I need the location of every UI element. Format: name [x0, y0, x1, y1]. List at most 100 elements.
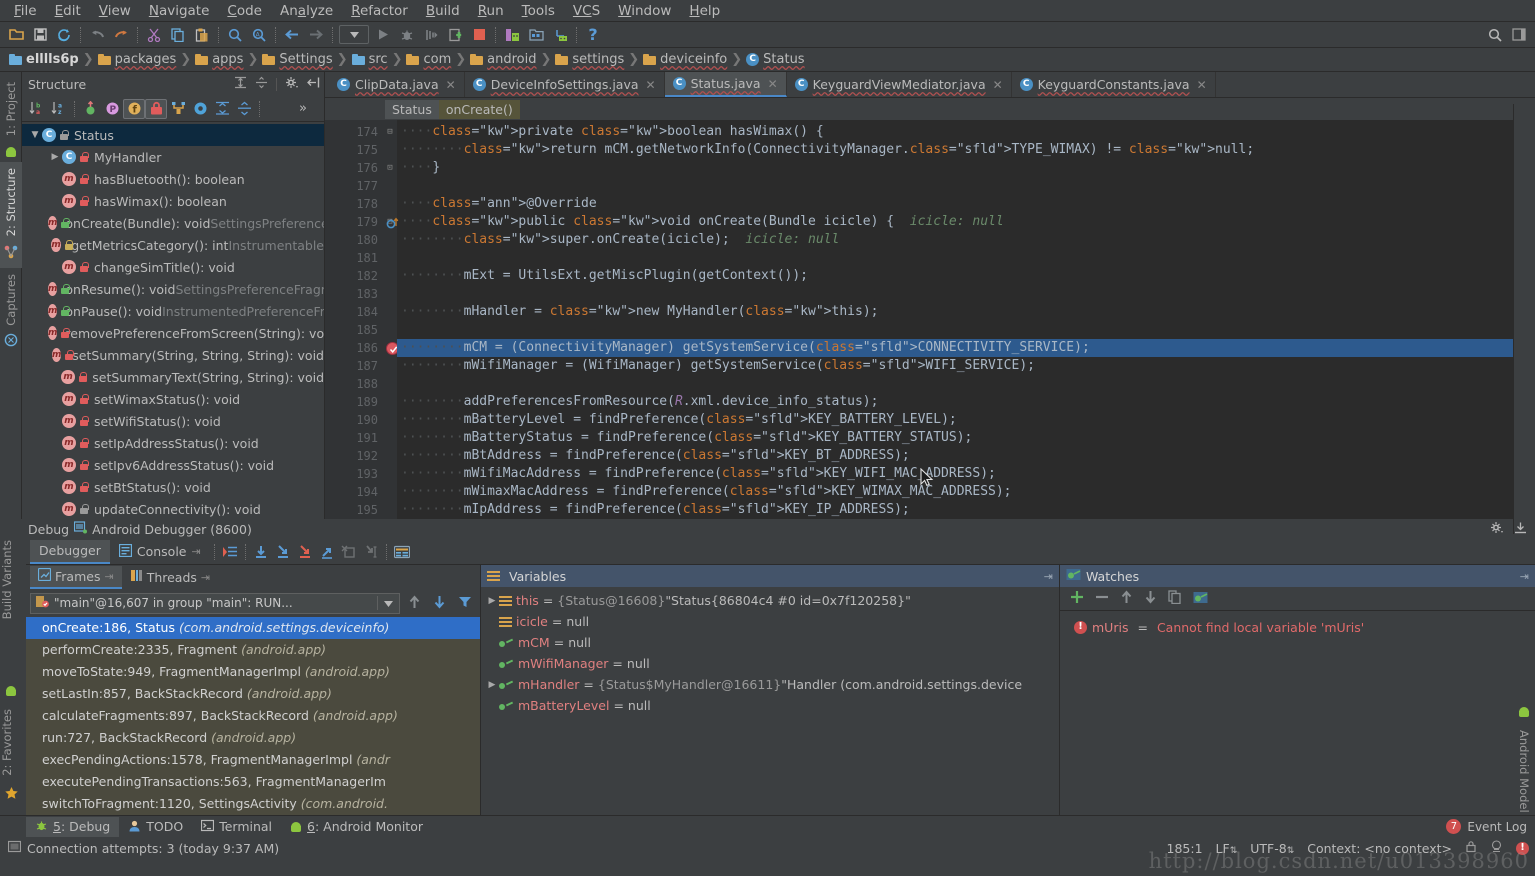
menu-item-help[interactable]: Help: [681, 1, 728, 21]
menu-item-vcs[interactable]: VCS: [565, 1, 608, 21]
breadcrumb-item-status-class[interactable]: C Status: [743, 52, 807, 67]
collapse-all-icon-2[interactable]: [233, 99, 255, 119]
close-icon[interactable]: ✕: [1197, 78, 1207, 92]
sort-alphabetically-icon[interactable]: az: [48, 99, 70, 119]
editor-tab[interactable]: C KeyguardViewMediator.java ✕: [787, 72, 1012, 97]
variable-row[interactable]: mWifiManager = null: [481, 653, 1059, 674]
code-line[interactable]: ········class="kw">super.onCreate(icicle…: [397, 231, 1521, 249]
fold-marker[interactable]: ⊟: [383, 123, 397, 141]
code-line[interactable]: [397, 249, 1521, 267]
tool-button-todo[interactable]: TODO: [119, 817, 192, 837]
fold-marker[interactable]: ⊡: [383, 159, 397, 177]
show-non-public-icon[interactable]: [145, 98, 167, 119]
variable-row[interactable]: mCM = null: [481, 632, 1059, 653]
menu-item-code[interactable]: Code: [219, 1, 270, 21]
editor-tab[interactable]: C ClipData.java ✕: [329, 72, 465, 97]
settings-gear-icon[interactable]: [1490, 521, 1504, 537]
tab-frames[interactable]: Frames ⇥: [30, 565, 122, 589]
structure-tree-item[interactable]: ▶ C MyHandler: [22, 146, 324, 168]
menu-item-run[interactable]: Run: [470, 1, 512, 21]
frame-list-item[interactable]: execPendingActions:1578, FragmentManager…: [26, 749, 480, 771]
structure-tree-item[interactable]: m setIpv6AddressStatus(): void: [22, 454, 324, 476]
sync-icon[interactable]: [52, 24, 76, 46]
avd-manager-icon[interactable]: [500, 24, 524, 46]
editor-breadcrumb-class[interactable]: Status: [385, 99, 439, 119]
expand-all-icon-2[interactable]: [211, 99, 233, 119]
encoding[interactable]: UTF-8⇅: [1250, 841, 1294, 856]
variable-row[interactable]: icicle = null: [481, 611, 1059, 632]
code-line[interactable]: ········class="kw">return mCM.getNetwork…: [397, 141, 1521, 159]
run-icon[interactable]: [371, 24, 395, 46]
thread-selector[interactable]: "main"@16,607 in group "main": RUN...: [30, 592, 400, 614]
run-coverage-icon[interactable]: [419, 24, 443, 46]
error-icon[interactable]: !: [1516, 841, 1529, 855]
code-area[interactable]: 174 175 176 177 178 179 180 181 182 183 184 185 186 1…: [325, 120, 1535, 519]
sidebar-item-favorites[interactable]: 2: Favorites: [0, 703, 14, 782]
variables-list[interactable]: ▶ this = {Status@16608} "Status{86804c4 #0 …: [481, 587, 1059, 815]
code-line[interactable]: [397, 285, 1521, 303]
hide-panel-icon[interactable]: ⇥: [1520, 570, 1529, 583]
structure-tree-item[interactable]: ▼ C Status: [22, 124, 324, 146]
structure-tree-item[interactable]: m onResume(): void SettingsPreferenceFrag…: [22, 278, 324, 300]
variable-row[interactable]: mBatteryLevel = null: [481, 695, 1059, 716]
sidebar-item-captures[interactable]: Captures: [4, 268, 18, 332]
menu-item-refactor[interactable]: Refactor: [343, 1, 416, 21]
menu-item-tools[interactable]: Tools: [514, 1, 563, 21]
editor-breadcrumb-method[interactable]: onCreate(): [438, 99, 520, 119]
show-execution-point-icon[interactable]: [219, 542, 241, 562]
sidebar-item-structure[interactable]: 2: Structure: [4, 162, 18, 242]
tab-threads[interactable]: Threads ⇥: [122, 566, 218, 589]
code-line[interactable]: ········mCM = (ConnectivityManager) getS…: [397, 339, 1521, 357]
breadcrumb-item-apps[interactable]: apps: [192, 52, 246, 67]
structure-tree-item[interactable]: m getMetricsCategory(): int Instrumentabl…: [22, 234, 324, 256]
editor-tab[interactable]: C Status.java ✕: [664, 72, 787, 97]
menu-item-analyze[interactable]: Analyze: [272, 1, 341, 21]
menu-item-navigate[interactable]: Navigate: [141, 1, 218, 21]
code-line[interactable]: ········mBtAddress = findPreference(clas…: [397, 447, 1521, 465]
undo-icon[interactable]: [85, 24, 109, 46]
show-inherited-icon[interactable]: [79, 99, 101, 119]
watch-row[interactable]: ! mUris = Cannot find local variable 'mUris…: [1060, 617, 1535, 638]
sort-by-visibility-icon[interactable]: ba: [26, 99, 48, 119]
save-all-icon[interactable]: [28, 24, 52, 46]
watch-icon[interactable]: [1193, 591, 1208, 607]
structure-tree-item[interactable]: m changeSimTitle(): void: [22, 256, 324, 278]
structure-tree-item[interactable]: m onPause(): void InstrumentedPreferenceF…: [22, 300, 324, 322]
line-number-gutter[interactable]: 174 175 176 177 178 179 180 181 182 183 184 185 186 1…: [325, 120, 399, 519]
breadcrumb-item-src[interactable]: src: [349, 52, 391, 67]
step-into-icon[interactable]: [272, 542, 294, 562]
structure-tree-item[interactable]: m hasBluetooth(): boolean: [22, 168, 324, 190]
tab-console[interactable]: Console ⇥: [110, 540, 210, 564]
structure-tree-item[interactable]: m hasWimax(): boolean: [22, 190, 324, 212]
show-anonymous-icon[interactable]: [189, 99, 211, 119]
variable-row[interactable]: ▶ this = {Status@16608} "Status{86804c4 #0 …: [481, 590, 1059, 611]
expand-arrow-icon[interactable]: ▶: [485, 680, 499, 690]
replace-icon[interactable]: A: [247, 24, 271, 46]
code-line[interactable]: ········addPreferencesFromResource(R.xml…: [397, 393, 1521, 411]
code-line[interactable]: ········mWifiMacAddress = findPreference…: [397, 465, 1521, 483]
expand-arrow-icon[interactable]: ▼: [28, 130, 42, 140]
editor-tab[interactable]: C KeyguardConstants.java ✕: [1012, 72, 1216, 97]
sdk-manager-icon[interactable]: [524, 24, 548, 46]
event-log-label[interactable]: Event Log: [1467, 820, 1527, 834]
variable-row[interactable]: ▶ mHandler = {Status$MyHandler@16611} "Hand…: [481, 674, 1059, 695]
frame-list-item[interactable]: executePendingTransactions:563, Fragment…: [26, 771, 480, 793]
redo-icon[interactable]: [109, 24, 133, 46]
code-line[interactable]: ····class="ann">@Override: [397, 195, 1521, 213]
expand-all-icon[interactable]: [234, 76, 247, 92]
debug-icon[interactable]: [395, 24, 419, 46]
code-line[interactable]: [397, 375, 1521, 393]
breadcrumb-item-deviceinfo[interactable]: deviceinfo: [640, 52, 730, 67]
code-line[interactable]: ····class="kw">public class="kw">void on…: [397, 213, 1521, 231]
structure-tree-item[interactable]: m setSummaryText(String, String): void: [22, 366, 324, 388]
sidebar-item-build-variants[interactable]: Build Variants: [0, 534, 14, 679]
code-line[interactable]: ····}: [397, 159, 1521, 177]
structure-tree-item[interactable]: m setSummary(String, String, String): voi…: [22, 344, 324, 366]
breadcrumb-item-com[interactable]: com: [403, 52, 454, 67]
add-watch-icon[interactable]: [1070, 590, 1084, 607]
move-up-icon[interactable]: [404, 594, 425, 612]
code-line[interactable]: ········mBatteryStatus = findPreference(…: [397, 429, 1521, 447]
hide-panel-icon[interactable]: ⇥: [1044, 570, 1053, 583]
tool-button-terminal[interactable]: Terminal: [192, 817, 281, 837]
frame-list-item[interactable]: calculateFragments:897, BackStackRecord …: [26, 705, 480, 727]
